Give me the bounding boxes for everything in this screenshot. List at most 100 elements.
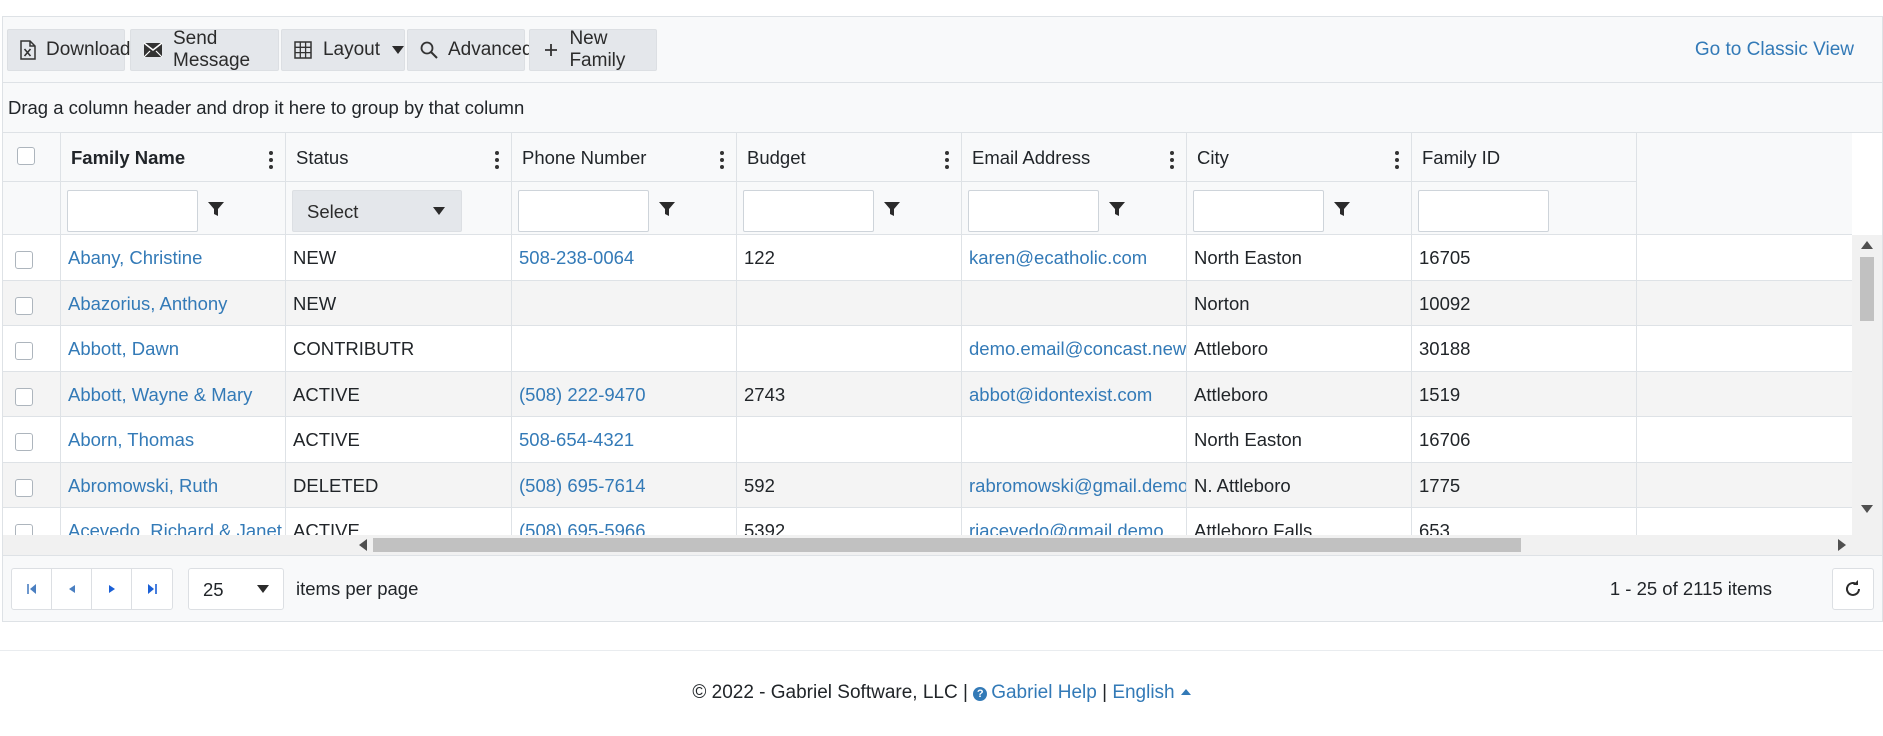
email-filter-input[interactable] bbox=[968, 190, 1099, 232]
scroll-up-icon[interactable] bbox=[1861, 241, 1873, 249]
pager-info: 1 - 25 of 2115 items bbox=[1609, 578, 1772, 599]
horizontal-scroll-thumb[interactable] bbox=[373, 538, 1521, 552]
select-all-checkbox[interactable] bbox=[17, 147, 35, 165]
filter-icon[interactable] bbox=[658, 200, 678, 220]
family-name-cell[interactable]: Aborn, Thomas bbox=[61, 417, 286, 462]
column-menu-icon[interactable] bbox=[269, 151, 273, 171]
email-cell bbox=[962, 417, 1187, 462]
next-page-icon bbox=[108, 585, 115, 593]
row-select-cell bbox=[3, 280, 61, 325]
filter-icon[interactable] bbox=[1333, 200, 1353, 220]
column-title: Budget bbox=[747, 147, 806, 168]
family-id-cell: 16705 bbox=[1412, 235, 1637, 280]
row-checkbox[interactable] bbox=[15, 251, 33, 269]
language-selector[interactable]: English bbox=[1112, 682, 1191, 703]
phone-cell[interactable]: (508) 695-7614 bbox=[512, 462, 737, 507]
column-header-family-id[interactable]: Family ID bbox=[1412, 133, 1637, 234]
column-menu-icon[interactable] bbox=[945, 151, 949, 171]
filter-icon[interactable] bbox=[207, 200, 227, 220]
column-menu-icon[interactable] bbox=[1170, 151, 1174, 171]
plus-icon bbox=[542, 39, 559, 61]
caret-up-icon bbox=[1180, 689, 1191, 695]
column-header-budget[interactable]: Budget bbox=[737, 133, 962, 234]
column-menu-icon[interactable] bbox=[1395, 151, 1399, 171]
help-link[interactable]: ? Gabriel Help bbox=[973, 682, 1097, 703]
family-name-cell[interactable]: Abazorius, Anthony bbox=[61, 280, 286, 325]
vertical-scroll-thumb[interactable] bbox=[1860, 257, 1874, 321]
table-row[interactable]: Abany, Christine NEW 508-238-0064 122 karen@… bbox=[3, 235, 1852, 281]
filter-icon[interactable] bbox=[883, 200, 903, 220]
email-cell bbox=[962, 280, 1187, 325]
column-header-email[interactable]: Email Address bbox=[962, 133, 1187, 234]
family-name-cell[interactable]: Abromowski, Ruth bbox=[61, 462, 286, 507]
row-select-cell bbox=[3, 462, 61, 507]
send-message-label: Send Message bbox=[173, 28, 251, 71]
phone-cell[interactable]: (508) 695-5966 bbox=[512, 508, 737, 535]
row-checkbox[interactable] bbox=[15, 478, 33, 497]
email-cell[interactable]: abbot@idontexist.com bbox=[962, 371, 1187, 416]
filter-cell-status: Select bbox=[286, 181, 511, 234]
column-title: Email Address bbox=[972, 147, 1091, 168]
row-checkbox[interactable] bbox=[15, 387, 33, 406]
row-checkbox[interactable] bbox=[15, 524, 33, 535]
table-row[interactable]: Acevedo, Richard & Janet ACTIVE (508) 695-… bbox=[3, 508, 1852, 535]
table-row[interactable]: Abazorius, Anthony NEW Norton 10092 bbox=[3, 280, 1852, 326]
row-checkbox[interactable] bbox=[15, 433, 33, 451]
page-size-select[interactable]: 25 bbox=[188, 568, 284, 610]
column-header-family-name[interactable]: Family Name bbox=[61, 133, 286, 234]
filter-cell-city bbox=[1187, 181, 1411, 234]
budget-filter-input[interactable] bbox=[743, 190, 874, 232]
family-id-filter-input[interactable] bbox=[1418, 190, 1549, 232]
vertical-scrollbar[interactable] bbox=[1852, 235, 1882, 555]
last-page-icon bbox=[148, 584, 157, 594]
layout-button[interactable]: Layout bbox=[281, 29, 405, 71]
column-header-status[interactable]: Status Select bbox=[286, 133, 512, 234]
last-page-button[interactable] bbox=[132, 569, 172, 609]
email-cell[interactable]: riacevedo@gmail.demo bbox=[962, 508, 1187, 535]
next-page-button[interactable] bbox=[92, 569, 132, 609]
phone-cell[interactable]: (508) 222-9470 bbox=[512, 371, 737, 416]
table-row[interactable]: Abbott, Dawn CONTRIBUTR demo.email@concast… bbox=[3, 326, 1852, 372]
scroll-left-icon[interactable] bbox=[359, 539, 367, 551]
download-label: Download bbox=[46, 39, 131, 60]
email-cell[interactable]: rabromowski@gmail.demoz bbox=[962, 462, 1187, 507]
status-filter-select[interactable]: Select bbox=[292, 190, 462, 232]
table-row[interactable]: Abbott, Wayne & Mary ACTIVE (508) 222-9470… bbox=[3, 371, 1852, 417]
families-grid: Download Send Message Layout Advanced Ne… bbox=[2, 16, 1883, 622]
scroll-right-icon[interactable] bbox=[1838, 539, 1846, 551]
family-name-cell[interactable]: Abany, Christine bbox=[61, 235, 286, 280]
phone-filter-input[interactable] bbox=[518, 190, 649, 232]
new-family-button[interactable]: New Family bbox=[529, 28, 657, 71]
select-column-header bbox=[3, 133, 61, 234]
phone-cell[interactable]: 508-654-4321 bbox=[512, 417, 737, 462]
send-message-button[interactable]: Send Message bbox=[130, 28, 279, 71]
table-row[interactable]: Aborn, Thomas ACTIVE 508-654-4321 North Eas… bbox=[3, 417, 1852, 463]
email-cell[interactable]: karen@ecatholic.com bbox=[962, 235, 1187, 280]
city-filter-input[interactable] bbox=[1193, 190, 1324, 232]
horizontal-scrollbar[interactable] bbox=[3, 535, 1852, 555]
family-name-cell[interactable]: Acevedo, Richard & Janet bbox=[61, 508, 286, 535]
scroll-down-icon[interactable] bbox=[1861, 505, 1873, 513]
row-checkbox[interactable] bbox=[15, 342, 33, 360]
family-name-filter-input[interactable] bbox=[67, 190, 198, 232]
table-row[interactable]: Abromowski, Ruth DELETED (508) 695-7614 592… bbox=[3, 462, 1852, 508]
column-header-phone[interactable]: Phone Number bbox=[512, 133, 737, 234]
family-name-cell[interactable]: Abbott, Dawn bbox=[61, 326, 286, 371]
previous-page-button[interactable] bbox=[52, 569, 92, 609]
phone-cell[interactable]: 508-238-0064 bbox=[512, 235, 737, 280]
first-page-button[interactable] bbox=[12, 569, 52, 609]
column-menu-icon[interactable] bbox=[495, 151, 499, 171]
filter-icon[interactable] bbox=[1108, 200, 1128, 220]
filter-cell-family-name bbox=[61, 181, 285, 234]
email-cell[interactable]: demo.email@concast.new bbox=[962, 326, 1187, 371]
group-drop-panel[interactable]: Drag a column header and drop it here to… bbox=[3, 83, 1882, 133]
advanced-button[interactable]: Advanced bbox=[407, 29, 533, 71]
row-checkbox[interactable] bbox=[15, 296, 33, 315]
column-header-city[interactable]: City bbox=[1187, 133, 1412, 234]
family-name-cell[interactable]: Abbott, Wayne & Mary bbox=[61, 371, 286, 416]
column-menu-icon[interactable] bbox=[720, 151, 724, 171]
classic-view-link[interactable]: Go to Classic View bbox=[1695, 39, 1854, 61]
status-cell: ACTIVE bbox=[286, 508, 512, 535]
refresh-button[interactable] bbox=[1832, 568, 1874, 610]
download-button[interactable]: Download bbox=[7, 29, 131, 71]
